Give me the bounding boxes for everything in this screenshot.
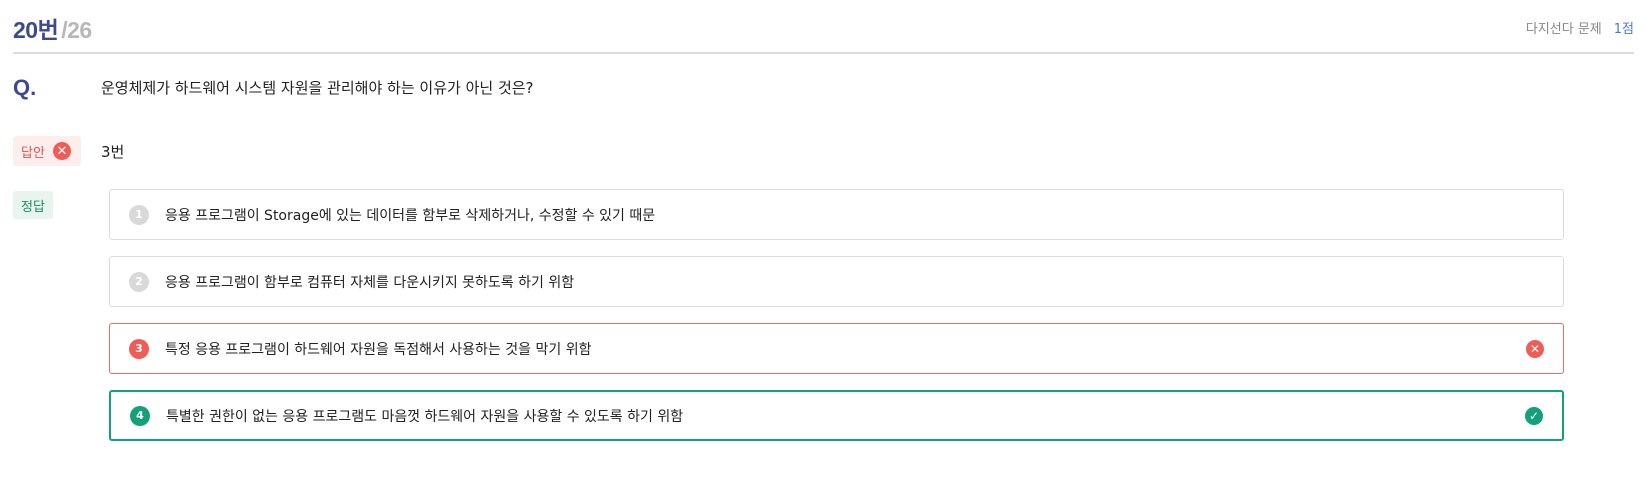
my-answer-value: 3번 (101, 143, 125, 161)
x-circle-icon: ✕ (52, 142, 71, 160)
question-points: 1점 (1613, 22, 1634, 37)
question-meta: 다지선다 문제 1점 (1526, 18, 1634, 37)
choice-text: 응용 프로그램이 함부로 컴퓨터 자체를 다운시키지 못하도록 하기 위함 (165, 274, 575, 291)
question-text: 운영체제가 하드웨어 시스템 자원을 관리해야 하는 이유가 아닌 것은? (101, 79, 534, 97)
choice-number-badge: 4 (130, 405, 150, 426)
choice-list: 1 응용 프로그램이 Storage에 있는 데이터를 함부로 삭제하거나, 수… (109, 189, 1564, 457)
choice-option-2[interactable]: 2 응용 프로그램이 함부로 컴퓨터 자체를 다운시키지 못하도록 하기 위함 (109, 256, 1564, 307)
question-header: 20번/26 다지선다 문제 1점 (13, 0, 1634, 54)
current-question-number: 20번 (13, 17, 59, 43)
question-mark: Q. (13, 75, 37, 100)
choice-option-3[interactable]: 3 특정 응용 프로그램이 하드웨어 자원을 독점해서 사용하는 것을 막기 위… (109, 323, 1564, 374)
choice-option-1[interactable]: 1 응용 프로그램이 Storage에 있는 데이터를 함부로 삭제하거나, 수… (109, 189, 1564, 240)
choice-option-4[interactable]: 4 특별한 권한이 없는 응용 프로그램도 마음껏 하드웨어 자원을 사용할 수… (109, 390, 1564, 441)
choice-text: 특별한 권한이 없는 응용 프로그램도 마음껏 하드웨어 자원을 사용할 수 있… (166, 408, 684, 425)
question-review-panel: 20번/26 다지선다 문제 1점 Q. 운영체제가 하드웨어 시스템 자원을 관… (13, 0, 1634, 441)
question-row: Q. 운영체제가 하드웨어 시스템 자원을 관리해야 하는 이유가 아닌 것은? (13, 54, 1634, 114)
correct-answer-label: 정답 (21, 199, 45, 215)
my-answer-badge: 답안 ✕ (13, 136, 81, 166)
choice-text: 응용 프로그램이 Storage에 있는 데이터를 함부로 삭제하거나, 수정할… (165, 207, 656, 224)
check-circle-icon: ✓ (1525, 406, 1543, 425)
choice-text: 특정 응용 프로그램이 하드웨어 자원을 독점해서 사용하는 것을 막기 위함 (165, 341, 592, 358)
choice-number-badge: 1 (129, 204, 149, 225)
question-number: 20번/26 (13, 11, 92, 45)
question-type-label: 다지선다 문제 (1525, 22, 1602, 37)
total-questions: /26 (61, 17, 92, 43)
my-answer-label: 답안 (21, 145, 45, 161)
my-answer-row: 답안 ✕ 3번 (13, 136, 1634, 196)
choice-number-badge: 2 (129, 271, 149, 292)
correct-answer-badge: 정답 (13, 191, 53, 219)
choice-number-badge: 3 (129, 338, 149, 359)
x-circle-icon: ✕ (1526, 339, 1544, 358)
